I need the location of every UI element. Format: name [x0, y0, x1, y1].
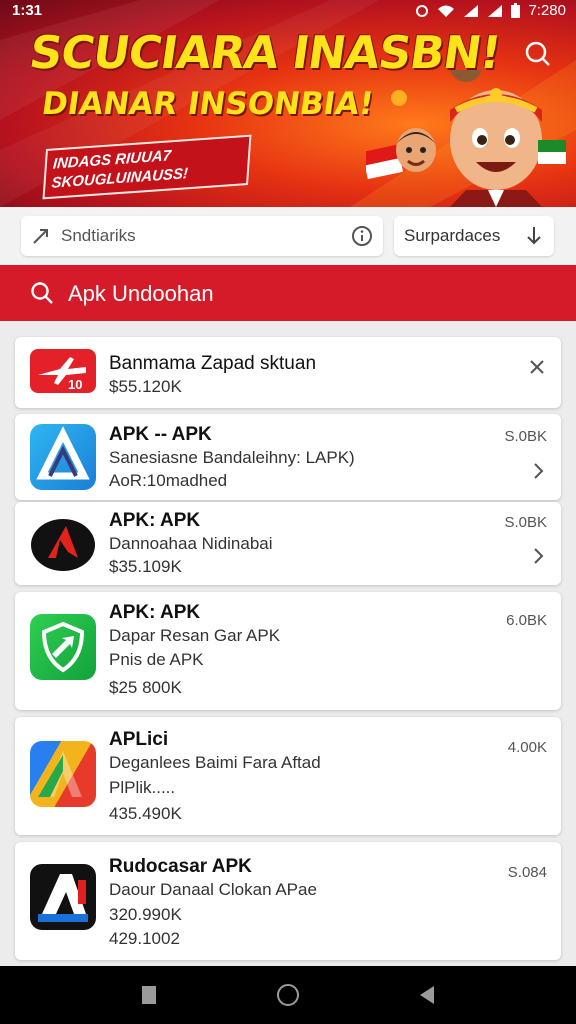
wifi-icon — [438, 5, 455, 17]
promo-banner[interactable]: SCUCIARA INASBN! DIANAR INSONBIA! INDAGS… — [0, 0, 576, 207]
info-icon[interactable] — [351, 225, 373, 247]
search-bar[interactable]: Apk Undoohan — [0, 265, 576, 321]
app-meta: $55.120K — [109, 377, 182, 396]
app-description: Dannoahaa Nidinabai — [109, 534, 273, 553]
app-title: Banmama Zapad sktuan — [109, 353, 317, 374]
chevron-right-icon[interactable] — [531, 462, 545, 480]
status-clock: 7:280 — [528, 2, 566, 19]
app-icon — [30, 864, 96, 930]
app-size: S.0BK — [504, 428, 547, 445]
app-description-2: PlPlik..... — [109, 778, 176, 797]
list-item[interactable]: Rudocasar APK Daour Danaal Clokan APae 3… — [15, 842, 561, 960]
search-icon — [31, 282, 53, 304]
download-icon — [527, 227, 541, 245]
list-item[interactable]: APK: APK Dannoahaa Nidinabai $35.109K S.… — [15, 502, 561, 585]
status-time: 1:31 — [12, 2, 43, 19]
home-icon[interactable] — [276, 983, 300, 1007]
arrow-logo-icon — [31, 519, 95, 571]
sort-label: Sndtiariks — [61, 226, 136, 245]
list-item[interactable]: APK -- APK Sanesiasne Bandaleihny: LAPK)… — [15, 414, 561, 500]
search-query: Apk Undoohan — [68, 281, 214, 306]
app-title: APK: APK — [109, 602, 201, 623]
app-title: APK -- APK — [109, 424, 212, 445]
colorful-a-logo-icon — [38, 751, 82, 797]
app-description-2: Pnis de APK — [109, 650, 204, 669]
a-logo-icon — [38, 874, 88, 922]
download-filter[interactable]: Surpardaces — [394, 216, 554, 256]
sort-dropdown[interactable]: Sndtiariks — [21, 216, 383, 256]
app-icon: 10 — [30, 349, 96, 393]
app-description: Daour Danaal Clokan APae — [109, 880, 317, 899]
chevron-right-icon[interactable] — [531, 547, 545, 565]
app-title: Rudocasar APK — [109, 856, 252, 877]
battery-icon — [511, 3, 521, 18]
filter-bar: Sndtiariks Surpardaces — [0, 207, 576, 265]
close-icon[interactable] — [529, 359, 545, 375]
app-meta: 320.990K — [109, 905, 182, 924]
app-icon — [30, 741, 96, 807]
trend-arrow-icon — [33, 229, 48, 244]
signal-icon — [464, 4, 479, 17]
app-description: Deganlees Baimi Fara Aftad — [109, 753, 321, 772]
triangle-logo-icon — [36, 426, 90, 480]
app-icon — [30, 424, 96, 490]
banner-subheadline: DIANAR INSONBIA! — [39, 86, 376, 122]
app-meta-2: 429.1002 — [109, 929, 180, 948]
app-size: S.084 — [507, 864, 547, 881]
plane-logo-icon: 10 — [38, 357, 86, 392]
app-description: Dapar Resan Gar APK — [109, 626, 281, 645]
list-item[interactable]: 10 Banmama Zapad sktuan $55.120K — [15, 337, 561, 408]
svg-text:10: 10 — [68, 377, 82, 392]
app-meta: 435.490K — [109, 804, 182, 823]
app-title: APLici — [109, 729, 169, 750]
status-right: 7:280 — [415, 2, 566, 19]
shield-logo-icon — [41, 621, 85, 673]
alarm-icon — [416, 4, 429, 17]
app-size: S.0BK — [504, 514, 547, 531]
search-icon[interactable] — [524, 40, 552, 68]
list-item[interactable]: APLici Deganlees Baimi Fara Aftad PlPlik… — [15, 717, 561, 835]
app-meta: AoR:10madhed — [109, 471, 228, 490]
app-meta: $35.109K — [109, 557, 182, 576]
download-filter-label: Surpardaces — [404, 226, 501, 245]
system-nav-bar — [0, 966, 576, 1024]
app-icon — [30, 614, 96, 680]
app-size: 4.00K — [507, 739, 547, 756]
app-meta: $25 800K — [109, 678, 182, 697]
app-description: Sanesiasne Bandaleihny: LAPK) — [109, 448, 355, 467]
app-size: 6.0BK — [506, 612, 547, 629]
app-title: APK: APK — [109, 510, 201, 531]
mascot-illustration — [366, 70, 566, 207]
status-bar: 1:31 7:280 — [0, 0, 576, 22]
app-icon — [30, 512, 96, 578]
back-icon[interactable] — [140, 984, 158, 1006]
recent-icon[interactable] — [418, 984, 436, 1006]
signal-icon-2 — [488, 4, 503, 17]
list-item[interactable]: APK: APK Dapar Resan Gar APK Pnis de APK… — [15, 592, 561, 710]
